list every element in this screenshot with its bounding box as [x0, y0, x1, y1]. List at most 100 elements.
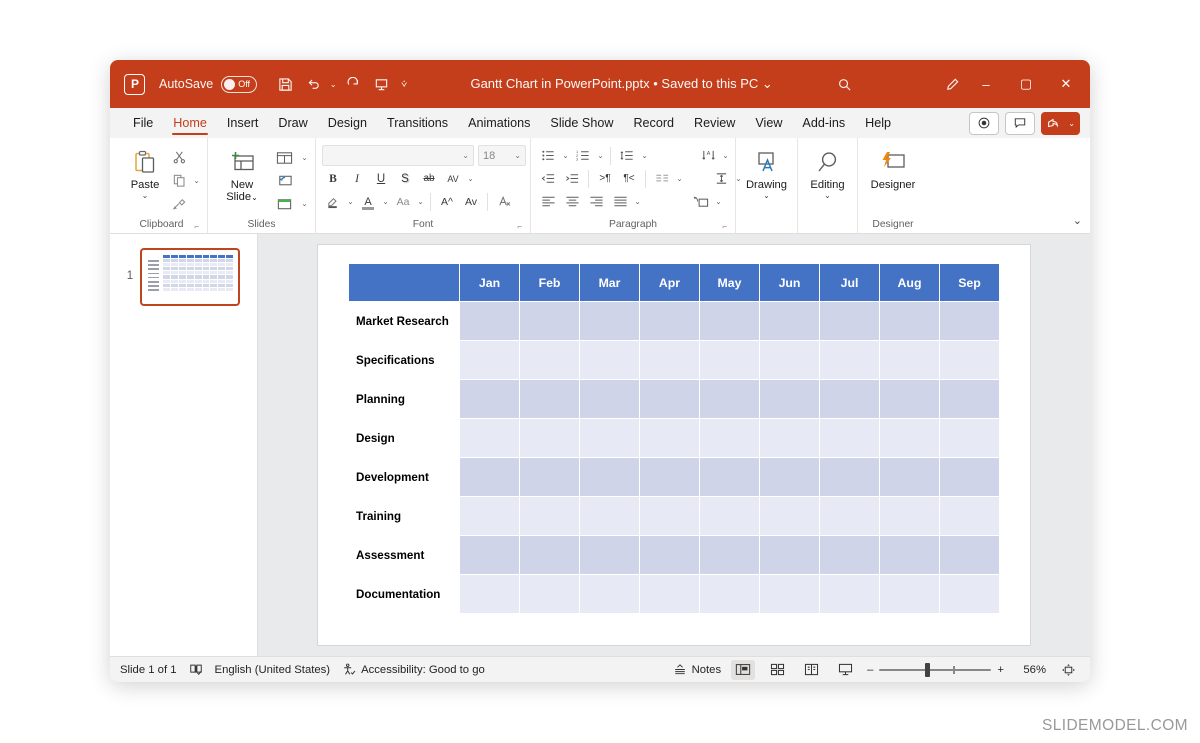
gantt-cell[interactable]	[940, 302, 999, 340]
gantt-cell[interactable]	[520, 575, 579, 613]
gantt-cell[interactable]	[520, 302, 579, 340]
table-row[interactable]: Assessment	[349, 536, 999, 574]
tab-slide-show[interactable]: Slide Show	[541, 113, 622, 133]
save-icon[interactable]	[271, 70, 299, 98]
slide-counter[interactable]: Slide 1 of 1	[120, 664, 177, 676]
align-center-icon[interactable]	[561, 191, 583, 212]
document-title[interactable]: Gantt Chart in PowerPoint.pptx • Saved t…	[413, 76, 830, 92]
slide-thumbnail-1[interactable]	[140, 248, 241, 306]
gantt-cell[interactable]	[820, 380, 879, 418]
gantt-cell[interactable]	[580, 341, 639, 379]
line-spacing-icon[interactable]	[616, 145, 638, 166]
text-shadow-button[interactable]: S	[394, 168, 416, 189]
gantt-cell[interactable]	[520, 536, 579, 574]
clipboard-dialog-launcher[interactable]: ⌐	[194, 219, 199, 235]
undo-chevron-icon[interactable]: ⌄	[327, 70, 339, 98]
designer-button[interactable]: Designer	[864, 145, 922, 191]
underline-button[interactable]: U	[370, 168, 392, 189]
gantt-cell[interactable]	[880, 380, 939, 418]
gantt-cell[interactable]	[640, 419, 699, 457]
align-right-icon[interactable]	[585, 191, 607, 212]
gantt-cell[interactable]	[940, 536, 999, 574]
minimize-button[interactable]: –	[966, 67, 1006, 101]
gantt-cell[interactable]	[640, 575, 699, 613]
zoom-slider-handle[interactable]	[925, 662, 931, 677]
slideshow-icon[interactable]	[833, 660, 857, 680]
gantt-cell[interactable]	[700, 458, 759, 496]
gantt-cell[interactable]	[460, 302, 519, 340]
decrease-font-size-button[interactable]: Av	[460, 191, 482, 212]
tab-file[interactable]: File	[124, 113, 162, 133]
font-name-input[interactable]: ⌄	[322, 145, 474, 166]
gantt-cell[interactable]	[940, 575, 999, 613]
gantt-cell[interactable]	[760, 341, 819, 379]
increase-indent-icon[interactable]	[561, 168, 583, 189]
gantt-cell[interactable]	[460, 341, 519, 379]
gantt-cell[interactable]	[940, 341, 999, 379]
editing-button[interactable]: Editing ⌄	[804, 145, 851, 200]
align-left-icon[interactable]	[537, 191, 559, 212]
smartart-chevron-icon[interactable]: ⌄	[714, 197, 723, 206]
change-case-button[interactable]: Aa	[392, 191, 414, 212]
gantt-cell[interactable]	[880, 575, 939, 613]
cut-icon[interactable]	[168, 147, 190, 168]
gantt-cell[interactable]	[820, 575, 879, 613]
gantt-cell[interactable]	[940, 380, 999, 418]
gantt-cell[interactable]	[700, 497, 759, 535]
search-icon[interactable]	[830, 70, 858, 98]
text-direction-icon[interactable]: A	[697, 145, 719, 166]
numbering-chevron-icon[interactable]: ⌄	[596, 151, 605, 160]
gantt-cell[interactable]	[520, 380, 579, 418]
fit-to-window-icon[interactable]	[1056, 660, 1080, 680]
decrease-indent-icon[interactable]	[537, 168, 559, 189]
gantt-cell[interactable]	[460, 497, 519, 535]
gantt-cell[interactable]	[880, 419, 939, 457]
table-row[interactable]: Planning	[349, 380, 999, 418]
zoom-in-button[interactable]: +	[997, 664, 1004, 676]
gantt-cell[interactable]	[700, 302, 759, 340]
gantt-cell[interactable]	[820, 341, 879, 379]
normal-view-icon[interactable]	[731, 659, 756, 680]
gantt-cell[interactable]	[520, 341, 579, 379]
highlight-chevron-icon[interactable]: ⌄	[346, 197, 355, 206]
spellcheck-icon[interactable]	[189, 663, 203, 676]
zoom-control[interactable]: – +	[867, 662, 1004, 677]
gantt-cell[interactable]	[460, 419, 519, 457]
text-direction-chevron-icon[interactable]: ⌄	[721, 151, 730, 160]
gantt-cell[interactable]	[760, 380, 819, 418]
tab-transitions[interactable]: Transitions	[378, 113, 457, 133]
font-color-icon[interactable]: A	[357, 191, 379, 212]
bold-button[interactable]: B	[322, 168, 344, 189]
tab-help[interactable]: Help	[856, 113, 900, 133]
redo-icon[interactable]	[339, 70, 367, 98]
tab-view[interactable]: View	[746, 113, 791, 133]
gantt-cell[interactable]	[880, 341, 939, 379]
share-button[interactable]: ⌄	[1041, 111, 1080, 135]
section-icon[interactable]	[270, 193, 298, 214]
tab-draw[interactable]: Draw	[269, 113, 316, 133]
gantt-cell[interactable]	[700, 419, 759, 457]
numbering-icon[interactable]: 1 2 3	[572, 145, 594, 166]
line-spacing-chevron-icon[interactable]: ⌄	[640, 151, 649, 160]
columns-icon[interactable]	[651, 168, 673, 189]
table-row[interactable]: Market Research	[349, 302, 999, 340]
layout-icon[interactable]	[270, 147, 298, 168]
gantt-cell[interactable]	[820, 419, 879, 457]
font-color-chevron-icon[interactable]: ⌄	[381, 197, 390, 206]
gantt-cell[interactable]	[940, 497, 999, 535]
gantt-cell[interactable]	[460, 380, 519, 418]
editing-chevron-icon[interactable]: ⌄	[824, 191, 831, 200]
drawing-button[interactable]: Drawing ⌄	[742, 145, 791, 200]
paste-button[interactable]: Paste ⌄	[122, 145, 168, 200]
table-row[interactable]: Development	[349, 458, 999, 496]
font-name-chevron-icon[interactable]: ⌄	[462, 151, 469, 160]
gantt-cell[interactable]	[760, 302, 819, 340]
font-size-input[interactable]: 18 ⌄	[478, 145, 526, 166]
gantt-cell[interactable]	[760, 497, 819, 535]
justify-chevron-icon[interactable]: ⌄	[633, 197, 642, 206]
gantt-cell[interactable]	[700, 575, 759, 613]
section-chevron-icon[interactable]: ⌄	[300, 199, 309, 208]
gantt-cell[interactable]	[760, 458, 819, 496]
table-row[interactable]: Design	[349, 419, 999, 457]
thumbnail-item[interactable]: 1	[127, 248, 241, 656]
